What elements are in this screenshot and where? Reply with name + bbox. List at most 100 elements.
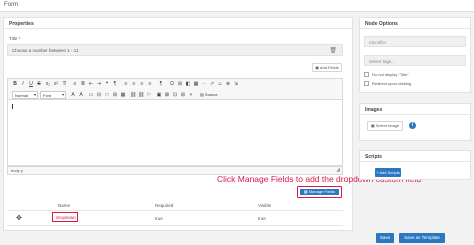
numbered-list-button[interactable]: ≡ <box>72 81 78 87</box>
title-label: Title * <box>9 36 21 41</box>
hide-title-checkbox[interactable] <box>364 72 369 77</box>
column-header-visible: Visible <box>258 203 272 208</box>
paste-button[interactable]: ⊟ <box>96 92 102 98</box>
manage-fields-icon: ▦ <box>303 189 308 194</box>
save-button[interactable]: Save <box>376 233 394 243</box>
image-icon: ▣ <box>370 123 375 128</box>
scripts-header: Scripts <box>360 151 470 162</box>
justify-button[interactable]: ≡ <box>147 81 153 87</box>
redirect-checkbox[interactable] <box>364 81 369 86</box>
text-color-button[interactable]: A <box>70 92 76 98</box>
field-name-cell: dropdown <box>56 215 76 220</box>
add-scripts-button[interactable]: + Add Scripts <box>375 168 401 177</box>
indent-button[interactable]: ⇥ <box>96 81 102 87</box>
superscript-button[interactable]: x² <box>53 81 59 87</box>
window-titlebar: Form <box>0 0 474 12</box>
strike-button[interactable]: S <box>36 81 42 87</box>
add-fields-label: Add Fields <box>319 65 339 70</box>
title-value: Choose a number between 1 - 11 <box>12 48 79 53</box>
editor-content[interactable] <box>7 100 343 166</box>
drag-handle-icon[interactable]: ✥ <box>16 214 22 222</box>
source-icon: ▤ <box>200 92 204 97</box>
tags-select[interactable]: Select tags... <box>364 55 466 66</box>
underline-button[interactable]: U <box>28 81 34 87</box>
node-options-header: Node Options <box>360 18 470 29</box>
redirect-label: Redirect upon clicking <box>372 81 412 86</box>
manage-fields-button[interactable]: ▦ Manage Fields <box>297 186 342 198</box>
format-select[interactable]: Normal ▾ <box>12 91 38 99</box>
select-image-button[interactable]: ▣ Select Image <box>367 121 403 131</box>
emoji-button[interactable]: ☺ <box>217 81 223 87</box>
info-icon[interactable]: i <box>409 122 416 129</box>
image-button[interactable]: ◧ <box>185 81 191 87</box>
font-select-value: Font <box>43 93 52 98</box>
paragraph-button[interactable]: ¶ <box>112 81 118 87</box>
insert-button[interactable]: ⊕ <box>225 81 231 87</box>
link-out-button[interactable]: ↗ <box>209 81 215 87</box>
title-field[interactable]: Choose a number between 1 - 11 🗑 <box>7 44 343 56</box>
blockquote-button[interactable]: ❝ <box>104 81 110 87</box>
add-scripts-label: Add Scripts <box>379 170 400 175</box>
manage-fields-inner: ▦ Manage Fields <box>300 189 339 195</box>
field-name-highlight: dropdown <box>52 212 78 222</box>
paste-text-button[interactable]: □ <box>104 92 110 98</box>
table-header-divider <box>7 210 343 211</box>
div-button[interactable]: ⊞ <box>180 92 186 98</box>
align-left-button[interactable]: ≡ <box>123 81 129 87</box>
bold-button[interactable]: B <box>12 81 18 87</box>
save-as-template-button[interactable]: Save as Template <box>399 233 445 243</box>
more-button[interactable]: ⋯ <box>201 81 207 87</box>
align-center-button[interactable]: ≡ <box>131 81 137 87</box>
add-fields-button[interactable]: ▣ Add Fields <box>312 63 342 72</box>
identifier-input[interactable]: Identifier <box>364 36 466 47</box>
bidi-button[interactable]: ¶ <box>158 81 164 87</box>
remove-format-button[interactable]: T̸ <box>61 81 67 87</box>
field-visible-cell: true <box>258 216 266 221</box>
anchor-button[interactable]: ⚐ <box>146 92 152 98</box>
chevron-down-icon: ▾ <box>61 92 64 97</box>
templates-button[interactable]: ▦ <box>120 92 126 98</box>
source-label: Source <box>204 92 218 97</box>
table-button[interactable]: ⊞ <box>177 81 183 87</box>
window-title: Form <box>4 2 18 8</box>
editor-path: body p <box>11 168 24 173</box>
chevron-down-icon: ▾ <box>33 92 36 97</box>
align-right-button[interactable]: ≡ <box>139 81 145 87</box>
properties-header: Properties <box>4 18 352 29</box>
properties-heading: Properties <box>9 21 34 27</box>
scripts-heading: Scripts <box>365 154 382 160</box>
special-char-button[interactable]: Ω <box>169 81 175 87</box>
table-row-divider <box>7 225 343 226</box>
media-button[interactable]: ▦ <box>193 81 199 87</box>
font-select[interactable]: Font ▾ <box>40 91 66 99</box>
hide-title-label: Do not display "Title" <box>372 72 409 77</box>
field-required-cell: true <box>155 216 163 221</box>
select-all-button[interactable]: ⊡ <box>172 92 178 98</box>
subscript-button[interactable]: x₂ <box>45 81 51 87</box>
resize-handle-icon[interactable]: ◢ <box>336 167 340 173</box>
bg-color-button[interactable]: A <box>78 92 84 98</box>
source-button[interactable]: ▤ Source <box>198 91 222 99</box>
paste-word-button[interactable]: ⊞ <box>112 92 118 98</box>
tags-placeholder: Select tags... <box>369 59 396 64</box>
italic-button[interactable]: I <box>20 81 26 87</box>
unlink-button[interactable]: ⛓ <box>138 92 144 98</box>
trash-icon[interactable]: 🗑 <box>329 47 337 54</box>
column-header-required: Required <box>155 203 174 208</box>
outdent-button[interactable]: ⇤ <box>88 81 94 87</box>
iframe-button[interactable]: ⋄ <box>188 92 194 98</box>
bulleted-list-button[interactable]: ≣ <box>80 81 86 87</box>
format-select-value: Normal <box>15 93 28 98</box>
identifier-placeholder: Identifier <box>369 40 387 45</box>
editor-toolbar: B I U S x₂ x² T̸ ≡ ≣ ⇤ ⇥ ❝ ¶ ≡ ≡ ≡ ≡ ¶ Ω… <box>7 78 343 100</box>
showblocks-button[interactable]: ▣ <box>156 92 162 98</box>
images-heading: Images <box>365 107 383 113</box>
select-image-label: Select Image <box>375 123 400 128</box>
column-header-name: Name <box>58 203 71 208</box>
manage-fields-label: Manage Fields <box>308 189 336 194</box>
find-button[interactable]: ⊠ <box>164 92 170 98</box>
maximize-button[interactable]: ⇲ <box>233 81 239 87</box>
node-options-heading: Node Options <box>365 21 398 27</box>
copy-button[interactable]: ▭ <box>88 92 94 98</box>
link-button[interactable]: ⛓ <box>130 92 136 98</box>
